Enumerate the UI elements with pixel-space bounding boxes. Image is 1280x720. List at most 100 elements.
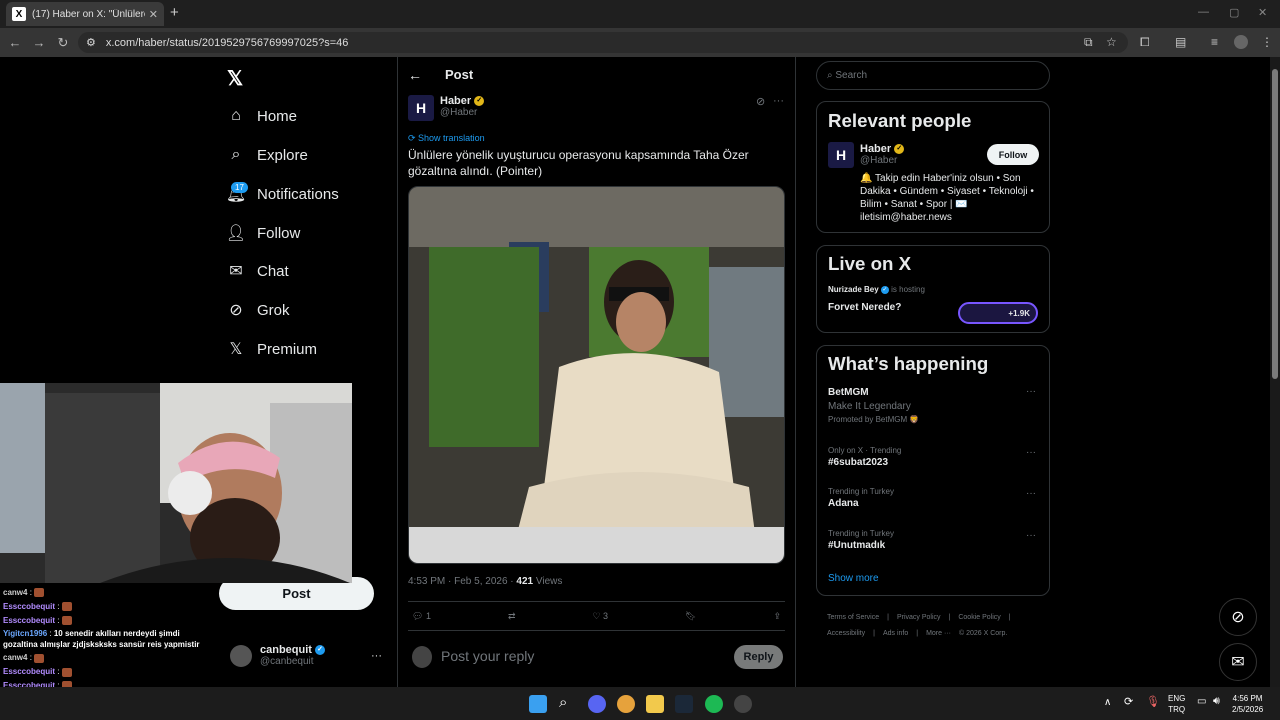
site-info-icon[interactable]: ⚙ <box>86 36 96 49</box>
post-more-icon[interactable]: ··· <box>773 95 784 107</box>
trend-item[interactable]: Trending in Turkey #Unutmadık <box>828 529 894 551</box>
maximize-icon[interactable]: ▢ <box>1229 6 1239 19</box>
file-explorer-icon[interactable] <box>646 695 664 713</box>
emote-icon <box>34 588 45 598</box>
media-icon[interactable]: ≡ <box>1211 35 1218 49</box>
reply-action[interactable]: 💬︎ 1 <box>412 611 431 622</box>
menu-icon[interactable]: ⋮ <box>1261 35 1273 49</box>
nav-notifications-label: Notifications <box>257 185 339 203</box>
sync-icon[interactable]: ⟳ <box>1124 695 1133 708</box>
app-icon[interactable] <box>734 695 752 713</box>
like-count: 3 <box>603 610 609 621</box>
emote-icon <box>61 667 72 677</box>
follow-button[interactable]: Follow <box>987 144 1039 165</box>
host-name: Nurizade Bey <box>828 285 879 294</box>
trend-name: #6subat2023 <box>828 457 889 468</box>
browser-tab[interactable]: X (17) Haber on X: "Ünlülere yönel ✕ <box>6 2 164 26</box>
live-title-text: Live on X <box>828 253 912 274</box>
footer-link[interactable]: Privacy Policy <box>897 614 941 621</box>
tab-bar <box>0 0 1280 28</box>
url-field[interactable]: ⚙ x.com/haber/status/2019529756769997025… <box>78 32 1128 53</box>
footer-link[interactable]: Ads info <box>883 630 908 637</box>
space-title[interactable]: Forvet Nerede? <box>828 302 901 313</box>
grok-icon: ⊘ <box>229 302 243 319</box>
footer-more-link[interactable]: More ··· <box>926 630 951 637</box>
trend-more-icon[interactable]: ··· <box>1026 447 1036 458</box>
nav-follow[interactable]: 👤︎ Follow <box>226 218 301 248</box>
relevant-name: Haber <box>860 143 892 155</box>
network-icon[interactable]: ▭ <box>1197 696 1206 707</box>
language-indicator[interactable]: ENG TRQ <box>1168 693 1185 715</box>
nav-premium[interactable]: 𝕏 Premium <box>227 334 317 364</box>
windows-start-icon[interactable] <box>529 695 547 713</box>
show-more-link[interactable]: Show more <box>828 573 879 584</box>
grok-float-button[interactable]: ⊘ <box>1219 598 1257 636</box>
whats-happening-card <box>816 345 1050 596</box>
profile-avatar[interactable] <box>1234 35 1248 49</box>
chrome-icon[interactable] <box>617 695 635 713</box>
nav-home[interactable]: ⌂ Home <box>227 101 297 131</box>
footer-separator: | <box>948 614 951 621</box>
bookmark-icon[interactable]: 🔖︎ <box>685 611 696 622</box>
tray-chevron-icon[interactable]: ∧ <box>1104 697 1111 708</box>
mic-icon[interactable]: 🎙︎ <box>1146 695 1160 708</box>
messages-float-button[interactable]: ✉ <box>1219 643 1257 681</box>
trend-more-icon[interactable]: ··· <box>1026 530 1036 541</box>
spotify-icon[interactable] <box>705 695 723 713</box>
steam-icon[interactable] <box>675 695 693 713</box>
nav-chat[interactable]: ✉ Chat <box>227 256 288 286</box>
trend-item[interactable]: Only on X · Trending #6subat2023 <box>828 446 901 468</box>
tab-close-icon[interactable]: ✕ <box>149 8 158 21</box>
account-switcher[interactable]: canbequit ✓ @canbequit <box>230 644 326 667</box>
live-host[interactable]: Nurizade Bey ✓ is hosting <box>828 285 925 294</box>
trend-more-icon[interactable]: ··· <box>1026 386 1036 397</box>
new-tab-button[interactable]: + <box>170 5 179 20</box>
system-clock[interactable]: 4:56 PM 2/5/2026 <box>1232 693 1263 715</box>
author-avatar[interactable]: H <box>408 95 434 121</box>
repost-icon[interactable]: ⇄ <box>508 611 516 622</box>
trend-name: Adana <box>828 498 859 509</box>
forward-icon[interactable]: → <box>27 35 51 50</box>
author-block[interactable]: Haber ✓ @Haber <box>440 95 485 118</box>
show-translation-link[interactable]: ⟳ Show translation <box>408 133 485 144</box>
trend-more-icon[interactable]: ··· <box>1026 488 1036 499</box>
lang-secondary: TRQ <box>1168 705 1186 714</box>
taskbar-search-icon[interactable]: ⌕ <box>559 694 567 711</box>
close-window-icon[interactable]: ✕ <box>1258 6 1267 19</box>
space-listeners[interactable]: +1.9K <box>958 302 1038 324</box>
relevant-avatar[interactable]: H <box>828 142 854 168</box>
footer-link[interactable]: Accessibility <box>827 630 865 637</box>
sidepanel-icon[interactable]: ▤ <box>1175 35 1186 49</box>
search-input[interactable]: ⌕ Search <box>816 61 1050 90</box>
minimize-icon[interactable]: — <box>1198 6 1209 18</box>
nav-home-label: Home <box>257 107 298 125</box>
back-arrow-icon[interactable]: ← <box>408 67 422 83</box>
relevant-user[interactable]: Haber ✓ @Haber <box>860 143 905 166</box>
bookmark-star-icon[interactable]: ☆ <box>1106 35 1117 49</box>
reply-button[interactable]: Reply <box>734 645 783 669</box>
account-more-icon[interactable]: ··· <box>371 650 382 662</box>
like-action[interactable]: ♡ 3 <box>592 611 608 622</box>
nav-explore[interactable]: ⌕ Explore <box>227 140 308 170</box>
install-icon[interactable]: ⧉ <box>1084 35 1093 50</box>
grok-explain-icon[interactable]: ⊘ <box>756 95 765 108</box>
footer-link[interactable]: Terms of Service <box>827 614 879 621</box>
clock-time: 4:56 PM <box>1232 694 1263 703</box>
nav-grok[interactable]: ⊘ Grok <box>227 295 289 325</box>
footer-link[interactable]: Cookie Policy <box>958 614 1000 621</box>
trend-item[interactable]: Trending in Turkey Adana <box>828 487 894 509</box>
reload-icon[interactable]: ↻ <box>51 35 75 51</box>
page-scrollbar[interactable] <box>1270 57 1280 687</box>
chat-user: Yigitcn1996 <box>3 629 48 639</box>
share-icon[interactable]: ⇪ <box>773 611 781 622</box>
heart-icon: ♡ <box>592 610 601 621</box>
back-icon[interactable]: ← <box>3 35 27 50</box>
x-logo-icon[interactable]: 𝕏 <box>227 66 243 91</box>
reply-input[interactable]: Post your reply <box>441 648 534 664</box>
extensions-icon[interactable]: ⧠ <box>1140 35 1150 50</box>
post-image[interactable] <box>408 186 785 564</box>
scrollbar-thumb[interactable] <box>1272 69 1278 379</box>
volume-icon[interactable]: 🔊︎ <box>1213 695 1220 708</box>
discord-icon[interactable] <box>588 695 606 713</box>
trend-item[interactable]: BetMGM Make It Legendary Promoted by Bet… <box>828 387 919 424</box>
